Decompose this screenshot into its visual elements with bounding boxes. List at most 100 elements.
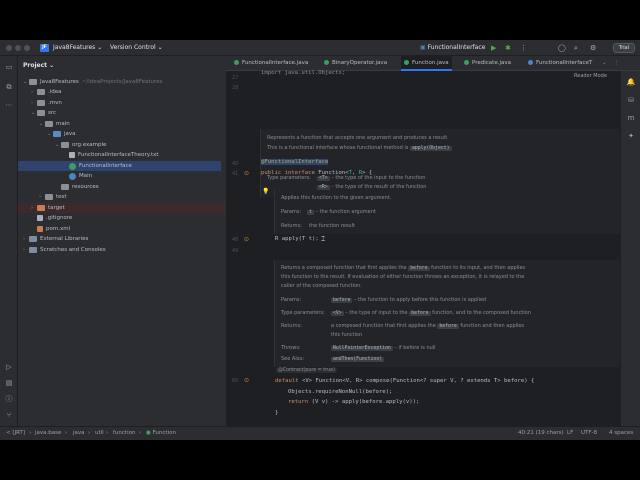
- doc-code: before: [408, 266, 430, 271]
- git-icon[interactable]: ⑂: [4, 410, 14, 420]
- problems-icon[interactable]: ⓘ: [4, 394, 14, 404]
- project-panel-title[interactable]: Project ⌄: [23, 62, 54, 69]
- type-name: Function<: [318, 170, 349, 176]
- breadcrumb-util[interactable]: util: [95, 427, 104, 440]
- tree-item-gitignore[interactable]: .gitignore: [37, 213, 72, 223]
- doc-label: See Also:: [281, 356, 305, 362]
- contract-inlay-hint[interactable]: @Contract(pure = true): [276, 368, 337, 373]
- chevron-right-icon: ›: [139, 430, 142, 436]
- maven-file-icon: [37, 226, 43, 232]
- tree-item-project-root[interactable]: ⌄ Java8Features ~/IdeaProjects/Java8Featur…: [23, 77, 162, 87]
- doc-text: caller of the composed function.: [281, 283, 362, 289]
- tree-item-label: src: [48, 110, 57, 116]
- folder-icon: [45, 194, 53, 200]
- compose-body-line: Objects.requireNonNull(before);: [288, 389, 393, 395]
- folder-icon: [45, 121, 53, 127]
- profile-icon[interactable]: ◯: [558, 40, 566, 56]
- structure-tool-icon[interactable]: ⧉: [4, 82, 14, 92]
- implemented-marker-icon[interactable]: ⊙: [244, 170, 249, 177]
- search-icon[interactable]: ⌕: [574, 40, 578, 56]
- run-configuration[interactable]: ▣ FunctionalInterface: [420, 40, 485, 56]
- doc-text: Returns a composed function that first a…: [281, 265, 525, 271]
- tree-item-test[interactable]: › test: [39, 192, 67, 202]
- project-name-label: Java8Features: [53, 44, 96, 51]
- more-tools-icon[interactable]: ⋯: [4, 100, 14, 110]
- tab-function[interactable]: Function.java: [401, 56, 452, 71]
- keyword: return: [288, 399, 309, 405]
- tab-predicate[interactable]: Predicate.java: [464, 56, 511, 71]
- run-tool-icon[interactable]: ▷: [4, 362, 14, 372]
- notifications-icon[interactable]: 🔔: [626, 77, 636, 87]
- maven-icon[interactable]: m: [626, 113, 636, 123]
- breadcrumb-java[interactable]: java: [73, 427, 85, 440]
- scratches-icon: [29, 247, 37, 253]
- text-file-icon: [69, 152, 75, 158]
- tree-item-functional-interface[interactable]: FunctionalInterface: [18, 161, 221, 171]
- breadcrumb-function-pkg[interactable]: function: [113, 427, 135, 440]
- doc-code-link[interactable]: apply(Object): [409, 146, 452, 151]
- indent-setting[interactable]: 4 spaces: [609, 427, 633, 440]
- tab-functional-interface[interactable]: FunctionalInterface.java: [234, 56, 308, 71]
- line-number: 40: [232, 161, 239, 167]
- interface-icon: [234, 60, 239, 65]
- run-icon[interactable]: ▶: [491, 40, 496, 56]
- terminal-icon[interactable]: ▤: [4, 378, 14, 388]
- doc-code-link[interactable]: NullPointerException: [331, 346, 393, 351]
- tab-binary-operator[interactable]: BinaryOperator.java: [324, 56, 387, 71]
- project-tool-icon[interactable]: ▭: [4, 62, 14, 72]
- project-badge[interactable]: JF: [40, 44, 49, 52]
- more-tabs-icon[interactable]: ⋮: [614, 56, 620, 71]
- tree-item-pom[interactable]: pom.xml: [37, 224, 70, 234]
- more-actions-icon[interactable]: ⋮: [520, 40, 527, 56]
- doc-text: Represents a function that accepts one a…: [267, 135, 449, 141]
- file-encoding[interactable]: UTF-8: [581, 427, 597, 440]
- tree-item-idea[interactable]: › .idea: [31, 87, 62, 97]
- implemented-marker-icon[interactable]: ⊙: [244, 377, 249, 384]
- doc-code: t: [307, 210, 314, 215]
- tabs-overflow-icon[interactable]: ⌄: [602, 56, 607, 71]
- library-icon: [29, 236, 37, 242]
- doc-code-link[interactable]: andThen(Function): [331, 357, 385, 362]
- line-separator[interactable]: LF: [567, 427, 573, 440]
- debug-icon[interactable]: ✱: [505, 40, 511, 56]
- window-close-dot[interactable]: [6, 45, 12, 51]
- line-number: 49: [232, 248, 239, 254]
- tree-item-target[interactable]: › target: [18, 203, 226, 213]
- title-bar: JF Java8Features ⌄ Version Control ⌄ ▣ F…: [0, 40, 640, 56]
- tree-item-label: main: [56, 121, 70, 127]
- tree-item-java[interactable]: ⌄ java: [47, 129, 76, 139]
- tab-functional-interface-theory[interactable]: FunctionalInterfaceT: [528, 56, 592, 71]
- breadcrumb-jrt[interactable]: < [JRT]: [6, 427, 25, 440]
- code-editor[interactable]: 27 28 40 41 48 49 60 ⊙ ⊙ ⊙ Reader Mode i…: [226, 70, 640, 426]
- doc-value: <V> – the type of input to the before fu…: [331, 310, 531, 316]
- implemented-marker-icon[interactable]: ⊙: [244, 236, 249, 243]
- tab-label: Predicate.java: [472, 60, 511, 66]
- chevron-right-icon: ›: [65, 430, 68, 436]
- tree-item-resources[interactable]: resources: [55, 182, 99, 192]
- project-name[interactable]: Java8Features ⌄: [53, 40, 102, 56]
- tree-item-mvn[interactable]: › .mvn: [31, 98, 62, 108]
- lightbulb-icon[interactable]: 💡: [262, 188, 269, 195]
- tree-item-external-libraries[interactable]: › External Libraries: [23, 234, 88, 244]
- reader-mode-toggle[interactable]: Reader Mode: [574, 73, 607, 79]
- breadcrumb-function[interactable]: ● Function: [146, 427, 176, 440]
- tree-item-theory-txt[interactable]: FunctionalInterfaceTheory.txt: [69, 150, 159, 160]
- version-control-menu[interactable]: Version Control ⌄: [110, 40, 163, 56]
- project-path-hint: ~/IdeaProjects/Java8Features: [81, 79, 163, 85]
- tree-item-main[interactable]: ⌄ main: [39, 119, 70, 129]
- tree-item-org-example[interactable]: ⌄ org.example: [55, 140, 106, 150]
- tree-item-src[interactable]: ⌄ src: [31, 108, 56, 118]
- window-zoom-dot[interactable]: [24, 45, 30, 51]
- tree-item-main-class[interactable]: Main: [69, 171, 92, 181]
- settings-gear-icon[interactable]: ⚙: [590, 40, 596, 56]
- caret-position[interactable]: 40:21 (19 chars): [518, 427, 564, 440]
- source-folder-icon: [53, 131, 61, 137]
- tree-item-label: pom.xml: [46, 226, 71, 232]
- trial-button[interactable]: Trial: [613, 43, 635, 53]
- line-gutter: 27 28 40 41 48 49 60 ⊙ ⊙ ⊙: [226, 71, 256, 426]
- database-icon[interactable]: ⛁: [626, 95, 636, 105]
- breadcrumb-java-base[interactable]: java.base: [35, 427, 61, 440]
- ai-assistant-icon[interactable]: ✦: [626, 131, 636, 141]
- tree-item-scratches[interactable]: › Scratches and Consoles: [23, 245, 106, 255]
- window-minimize-dot[interactable]: [15, 45, 21, 51]
